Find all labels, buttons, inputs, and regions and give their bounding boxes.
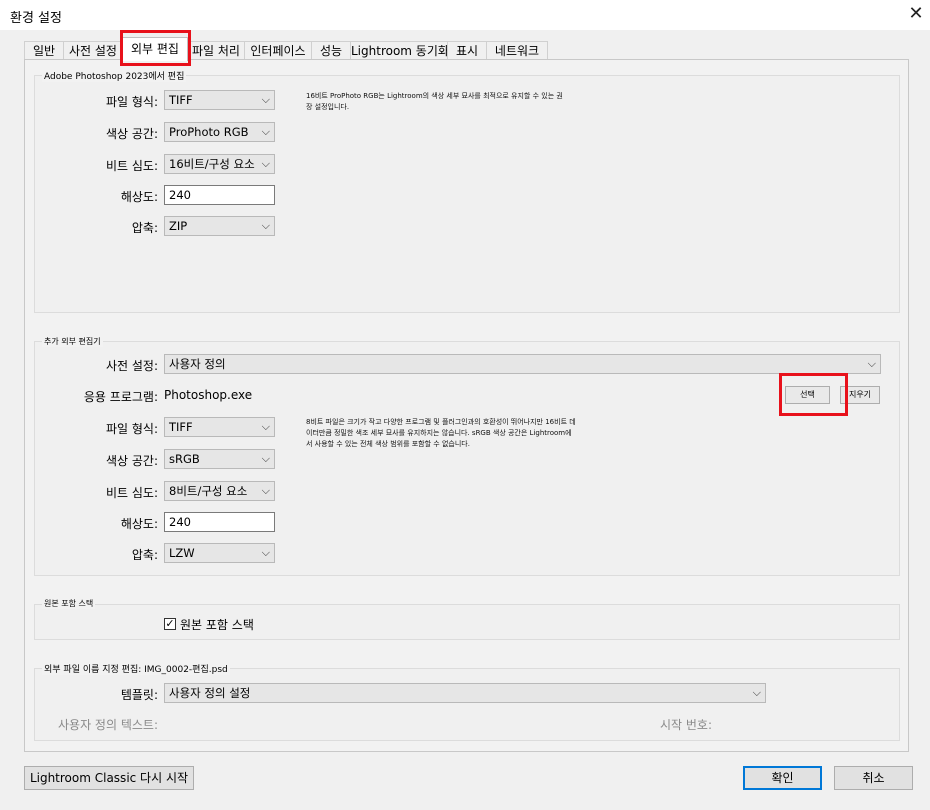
window-title: 환경 설정 bbox=[10, 11, 62, 26]
ae-preset-value: 사용자 정의 bbox=[169, 357, 226, 371]
ae-color-space-value: sRGB bbox=[169, 452, 200, 466]
ps-compression-value: ZIP bbox=[169, 219, 188, 233]
title-bar bbox=[0, 0, 930, 30]
custom-text-label: 사용자 정의 텍스트: bbox=[58, 718, 158, 732]
tab-performance[interactable]: 성능 bbox=[311, 41, 351, 60]
ae-note-line1: 8비트 파일은 크기가 작고 다양한 프로그램 및 플러그인과의 호환성이 뛰어… bbox=[306, 418, 576, 426]
start-number-label: 시작 번호: bbox=[659, 718, 712, 732]
tab-general[interactable]: 일반 bbox=[24, 41, 64, 60]
tab-network[interactable]: 네트워크 bbox=[486, 41, 548, 60]
template-label: 템플릿: bbox=[120, 688, 158, 702]
stack-checkbox-label[interactable]: 원본 포함 스택 bbox=[180, 616, 254, 633]
ae-file-format-value: TIFF bbox=[169, 420, 193, 434]
ae-bit-depth-label: 비트 심도: bbox=[105, 486, 158, 500]
ps-bit-depth-label: 비트 심도: bbox=[105, 159, 158, 173]
ps-file-format-label: 파일 형식: bbox=[105, 95, 158, 109]
ps-note: 16비트 ProPhoto RGB는 Lightroom의 색상 세부 묘사를 … bbox=[306, 91, 626, 113]
naming-group bbox=[34, 668, 900, 741]
template-value: 사용자 정의 설정 bbox=[169, 686, 251, 700]
ps-file-format-value: TIFF bbox=[169, 93, 193, 107]
ps-note-line2: 장 설정입니다. bbox=[306, 103, 350, 111]
ae-bit-depth-select[interactable]: 8비트/구성 요소 ⌵ bbox=[164, 481, 275, 501]
ae-compression-label: 압축: bbox=[131, 548, 158, 562]
ae-color-space-label: 색상 공간: bbox=[105, 454, 158, 468]
ae-bit-depth-value: 8비트/구성 요소 bbox=[169, 484, 248, 498]
ae-resolution-label: 해상도: bbox=[120, 517, 158, 531]
chevron-down-icon: ⌵ bbox=[867, 357, 876, 370]
chevron-down-icon: ⌵ bbox=[261, 484, 270, 497]
tab-interface[interactable]: 인터페이스 bbox=[244, 41, 312, 60]
ps-resolution-label: 해상도: bbox=[120, 190, 158, 204]
ae-preset-select[interactable]: 사용자 정의 ⌵ bbox=[164, 354, 881, 374]
ae-file-format-select[interactable]: TIFF ⌵ bbox=[164, 417, 275, 437]
ps-compression-select[interactable]: ZIP ⌵ bbox=[164, 216, 275, 236]
chevron-down-icon: ⌵ bbox=[261, 546, 270, 559]
choose-button[interactable]: 선택 bbox=[785, 386, 830, 404]
ae-application-value: Photoshop.exe bbox=[164, 388, 253, 402]
chevron-down-icon: ⌵ bbox=[261, 125, 270, 138]
tab-external-editing[interactable]: 외부 편집 bbox=[122, 37, 188, 61]
ps-note-line1: 16비트 ProPhoto RGB는 Lightroom의 색상 세부 묘사를 … bbox=[306, 92, 563, 100]
photoshop-group-legend: Adobe Photoshop 2023에서 편집 bbox=[42, 69, 187, 82]
ps-color-space-select[interactable]: ProPhoto RGB ⌵ bbox=[164, 122, 275, 142]
ps-bit-depth-value: 16비트/구성 요소 bbox=[169, 157, 255, 171]
tab-file-handling[interactable]: 파일 처리 bbox=[187, 41, 245, 60]
additional-editor-legend: 추가 외부 편집기 bbox=[42, 336, 103, 347]
tab-lightroom-sync[interactable]: Lightroom 동기화 bbox=[350, 41, 449, 60]
checkmark-icon: ✓ bbox=[165, 617, 175, 630]
chevron-down-icon: ⌵ bbox=[261, 420, 270, 433]
ae-note-line3: 서 사용할 수 있는 전체 색상 범위를 포함할 수 없습니다. bbox=[306, 440, 470, 448]
ae-application-label: 응용 프로그램: bbox=[83, 390, 158, 404]
ps-color-space-value: ProPhoto RGB bbox=[169, 125, 249, 139]
ok-button[interactable]: 확인 bbox=[743, 766, 822, 790]
chevron-down-icon: ⌵ bbox=[261, 93, 270, 106]
naming-legend: 외부 파일 이름 지정 편집: IMG_0002-편집.psd bbox=[42, 662, 230, 675]
stack-legend: 원본 포함 스택 bbox=[42, 598, 96, 609]
chevron-down-icon: ⌵ bbox=[261, 452, 270, 465]
close-icon[interactable]: ✕ bbox=[906, 4, 926, 24]
ae-color-space-select[interactable]: sRGB ⌵ bbox=[164, 449, 275, 469]
ae-note: 8비트 파일은 크기가 작고 다양한 프로그램 및 플러그인과의 호환성이 뛰어… bbox=[306, 417, 636, 450]
cancel-button[interactable]: 취소 bbox=[834, 766, 913, 790]
tab-display[interactable]: 표시 bbox=[447, 41, 487, 60]
ae-note-line2: 이터만큼 정밀한 색조 세부 묘사를 유지하지는 않습니다. sRGB 색상 공… bbox=[306, 429, 572, 437]
ae-compression-value: LZW bbox=[169, 546, 195, 560]
stack-checkbox[interactable]: ✓ bbox=[164, 618, 176, 630]
ps-file-format-select[interactable]: TIFF ⌵ bbox=[164, 90, 275, 110]
ps-compression-label: 압축: bbox=[131, 221, 158, 235]
ae-resolution-input[interactable]: 240 bbox=[164, 512, 275, 532]
template-select[interactable]: 사용자 정의 설정 ⌵ bbox=[164, 683, 766, 703]
ae-preset-label: 사전 설정: bbox=[105, 359, 158, 373]
ps-bit-depth-select[interactable]: 16비트/구성 요소 ⌵ bbox=[164, 154, 275, 174]
ps-resolution-input[interactable]: 240 bbox=[164, 185, 275, 205]
tab-presets[interactable]: 사전 설정 bbox=[63, 41, 123, 60]
ps-color-space-label: 색상 공간: bbox=[105, 127, 158, 141]
chevron-down-icon: ⌵ bbox=[261, 157, 270, 170]
ae-file-format-label: 파일 형식: bbox=[105, 422, 158, 436]
chevron-down-icon: ⌵ bbox=[752, 686, 761, 699]
ae-compression-select[interactable]: LZW ⌵ bbox=[164, 543, 275, 563]
clear-button[interactable]: 지우기 bbox=[840, 386, 880, 404]
chevron-down-icon: ⌵ bbox=[261, 219, 270, 232]
restart-lightroom-button[interactable]: Lightroom Classic 다시 시작 bbox=[24, 766, 194, 790]
